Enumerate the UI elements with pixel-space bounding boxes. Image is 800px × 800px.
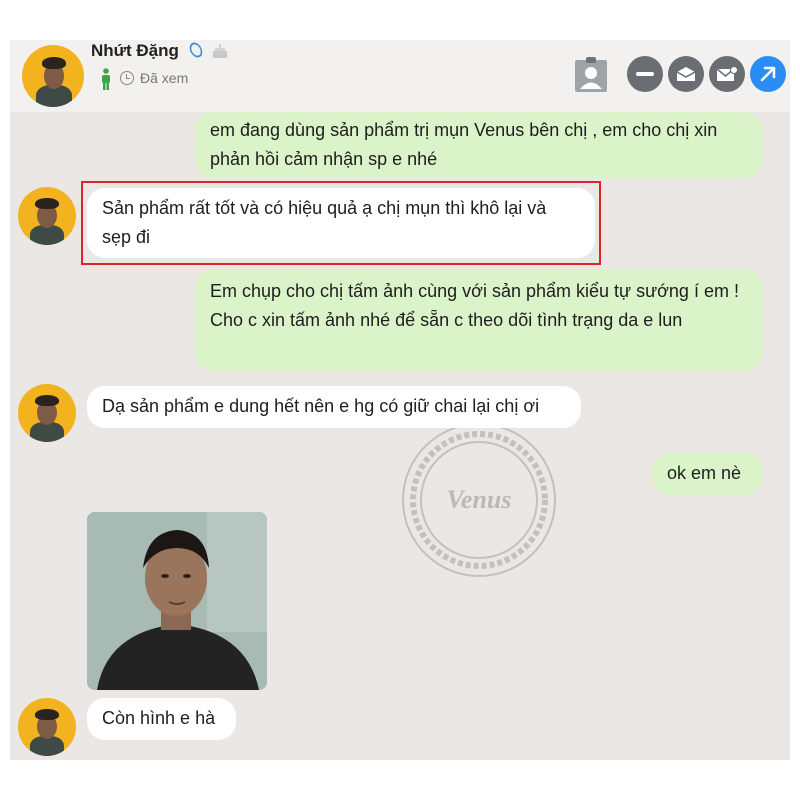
chat-window: Nhứt Đặng Đã xem Venus em đang dùng sản …	[10, 40, 790, 760]
contact-name[interactable]: Nhứt Đặng	[91, 40, 179, 62]
chat-header: Nhứt Đặng Đã xem	[10, 40, 790, 112]
seen-status: Đã xem	[140, 70, 189, 86]
mail-new-button[interactable]	[709, 56, 745, 92]
sender-avatar[interactable]	[18, 187, 76, 245]
shared-photo[interactable]	[87, 512, 267, 690]
expand-button[interactable]	[750, 56, 786, 92]
verified-badge-icon	[187, 40, 205, 60]
mail-open-icon	[676, 67, 696, 81]
message-bubble-incoming[interactable]: Dạ sản phẩm e dung hết nên e hg có giữ c…	[87, 386, 581, 428]
mail-open-button[interactable]	[668, 56, 704, 92]
minimize-button[interactable]	[627, 56, 663, 92]
venus-watermark-logo: Venus	[402, 423, 556, 577]
contact-avatar[interactable]	[22, 45, 84, 107]
mail-new-icon	[716, 66, 738, 81]
message-bubble-outgoing[interactable]: ok em nè	[652, 453, 763, 495]
highlight-box	[81, 181, 601, 265]
sender-avatar[interactable]	[18, 698, 76, 756]
message-bubble-outgoing[interactable]: Em chụp cho chị tấm ảnh cùng với sản phẩ…	[195, 269, 763, 371]
minus-icon	[636, 72, 654, 76]
clock-icon	[120, 71, 134, 85]
sender-avatar[interactable]	[18, 384, 76, 442]
cake-icon	[213, 44, 227, 58]
person-icon	[102, 68, 110, 90]
contact-card-icon[interactable]	[573, 56, 609, 94]
svg-text:Venus: Venus	[446, 485, 511, 514]
arrow-up-right-icon	[760, 66, 776, 82]
message-bubble-outgoing[interactable]: em đang dùng sản phẩm trị mụn Venus bên …	[195, 112, 763, 178]
message-bubble-incoming[interactable]: Còn hình e hà	[87, 698, 236, 740]
